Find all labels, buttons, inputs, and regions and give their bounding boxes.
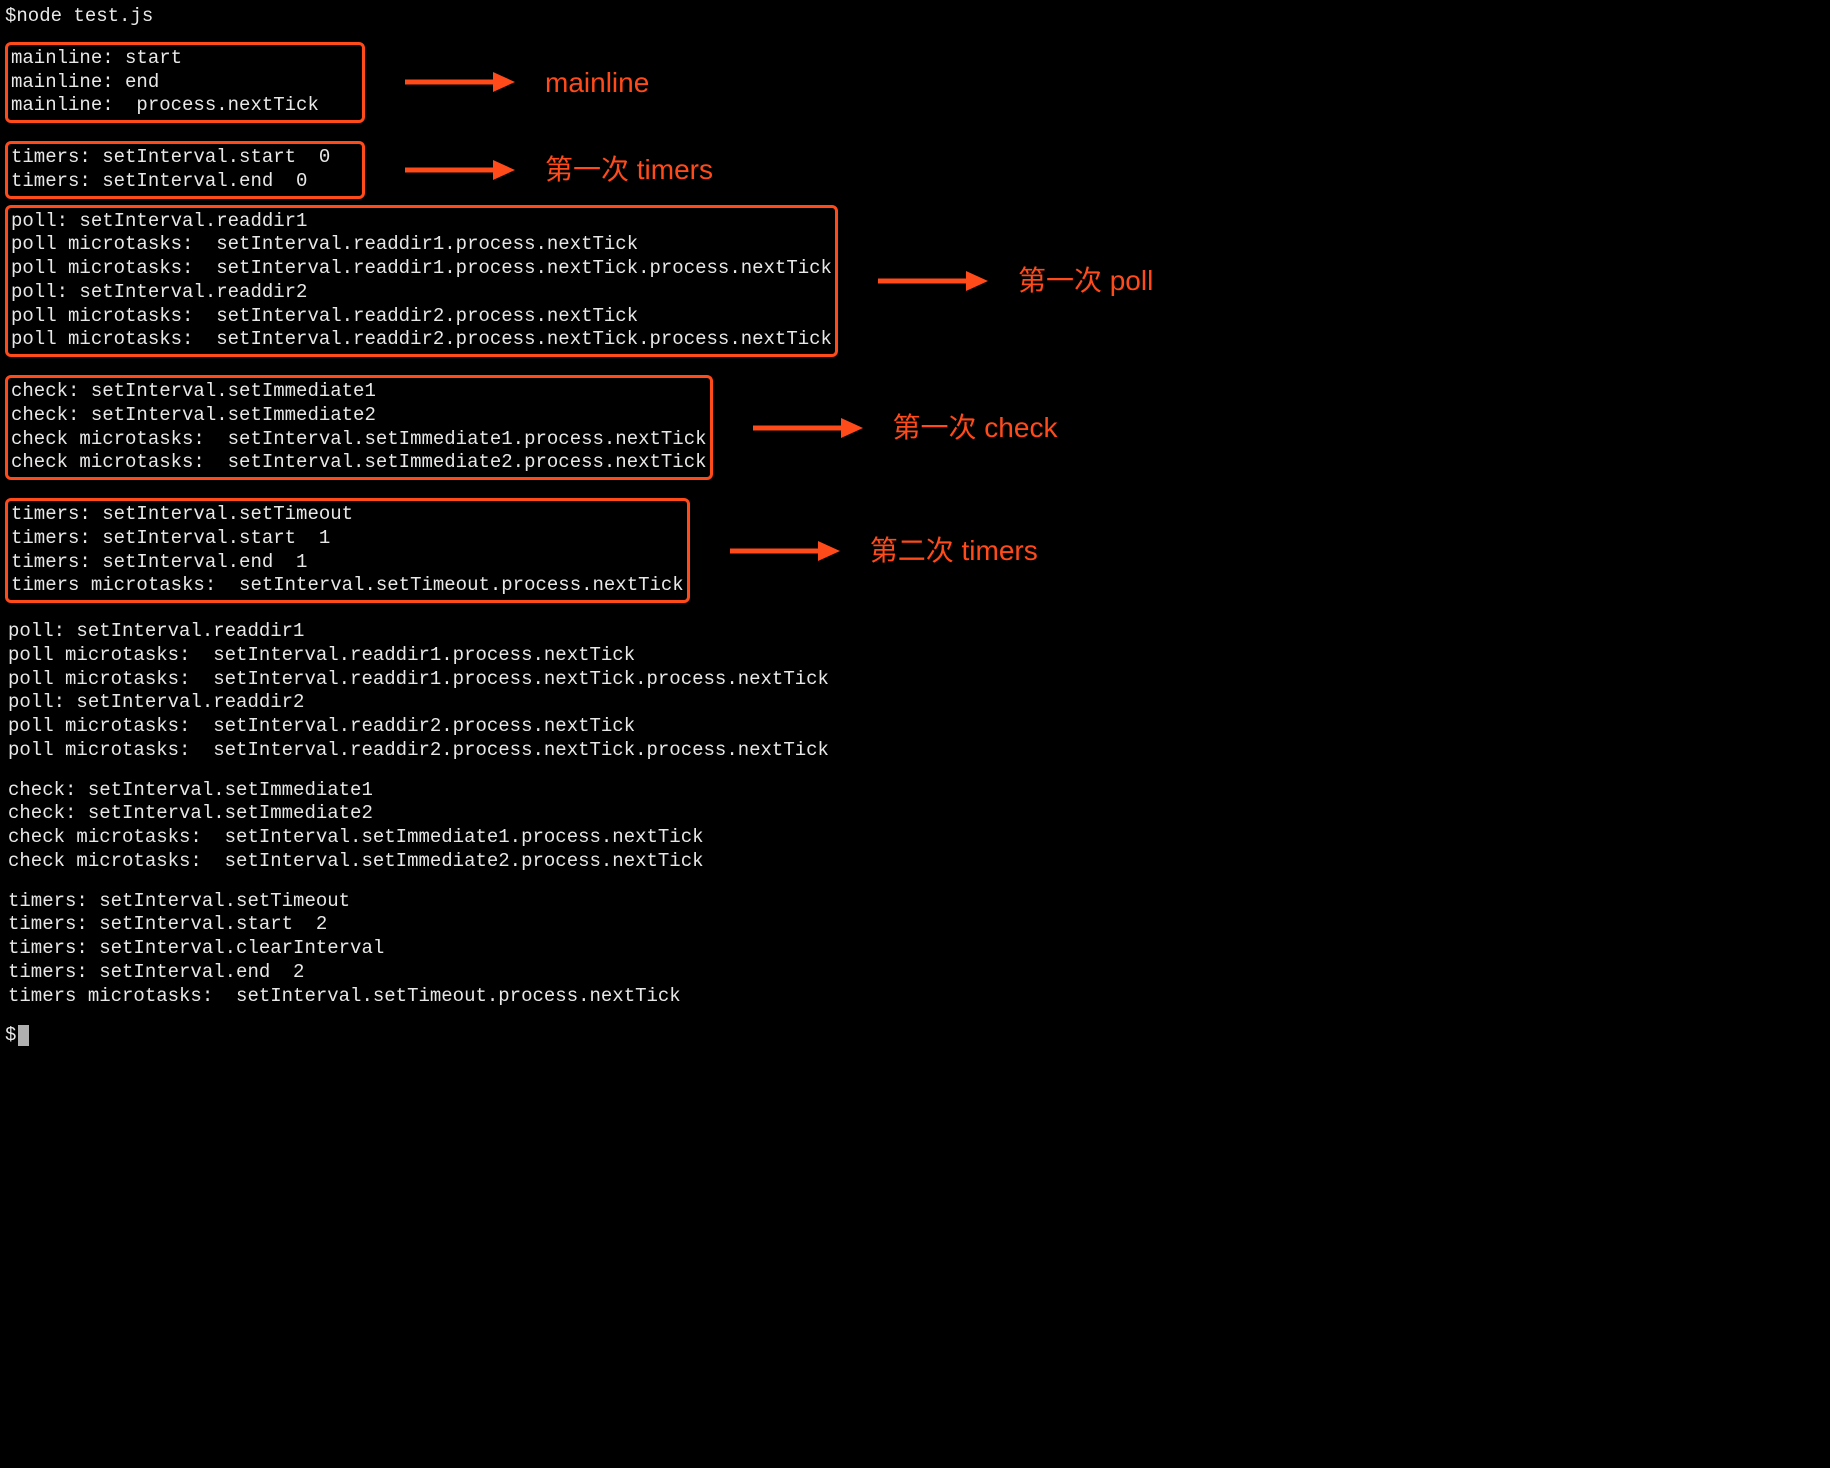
output-line: timers: setInterval.start 2 (5, 913, 1825, 937)
output-line: check microtasks: setInterval.setImmedia… (5, 826, 1825, 850)
output-line: mainline: end (11, 71, 359, 95)
box-timers1: timers: setInterval.start 0 timers: setI… (5, 141, 365, 199)
output-line: poll microtasks: setInterval.readdir2.pr… (5, 715, 1825, 739)
annotation-label: 第一次 poll (1018, 263, 1153, 298)
output-line: poll: setInterval.readdir2 (5, 691, 1825, 715)
output-line: check microtasks: setInterval.setImmedia… (11, 451, 707, 475)
output-line: poll: setInterval.readdir1 (5, 620, 1825, 644)
arrow-icon (730, 537, 840, 565)
output-line: timers: setInterval.start 0 (11, 146, 359, 170)
box-check1: check: setInterval.setImmediate1 check: … (5, 375, 713, 480)
box-mainline: mainline: start mainline: end mainline: … (5, 42, 365, 123)
section-poll1: poll: setInterval.readdir1 poll microtas… (5, 204, 1825, 359)
output-line: check microtasks: setInterval.setImmedia… (11, 428, 707, 452)
output-line: timers: setInterval.start 1 (11, 527, 684, 551)
section-check2: check: setInterval.setImmediate1 check: … (5, 779, 1825, 874)
output-line: timers microtasks: setInterval.setTimeou… (11, 574, 684, 598)
terminal-output: $node test.js mainline: start mainline: … (5, 5, 1825, 1048)
output-line: timers: setInterval.end 0 (11, 170, 359, 194)
annotation-label: 第一次 check (893, 410, 1058, 445)
output-line: timers: setInterval.end 1 (11, 551, 684, 575)
arrow-icon (753, 414, 863, 442)
output-line: poll microtasks: setInterval.readdir1.pr… (11, 257, 832, 281)
output-line: mainline: process.nextTick (11, 94, 359, 118)
prompt-line[interactable]: $ (5, 1024, 1825, 1048)
output-line: timers microtasks: setInterval.setTimeou… (5, 985, 1825, 1009)
output-line: poll microtasks: setInterval.readdir2.pr… (11, 305, 832, 329)
output-line: timers: setInterval.end 2 (5, 961, 1825, 985)
annotation-label: 第二次 timers (870, 533, 1038, 568)
prompt-symbol: $ (5, 1024, 16, 1046)
command-line: $node test.js (5, 5, 1825, 29)
arrow-icon (405, 156, 515, 184)
output-line: check: setInterval.setImmediate1 (11, 380, 707, 404)
output-line: check: setInterval.setImmediate2 (5, 802, 1825, 826)
annotation-label: mainline (545, 65, 649, 100)
output-line: mainline: start (11, 47, 359, 71)
arrow-icon (405, 68, 515, 96)
annotation-label: 第一次 timers (545, 152, 713, 187)
section-poll2: poll: setInterval.readdir1 poll microtas… (5, 620, 1825, 763)
output-line: poll microtasks: setInterval.readdir2.pr… (5, 739, 1825, 763)
output-line: poll microtasks: setInterval.readdir1.pr… (11, 233, 832, 257)
output-line: timers: setInterval.setTimeout (11, 503, 684, 527)
cursor-icon (18, 1025, 29, 1046)
output-line: poll: setInterval.readdir2 (11, 281, 832, 305)
output-line: check microtasks: setInterval.setImmedia… (5, 850, 1825, 874)
section-timers1: timers: setInterval.start 0 timers: setI… (5, 140, 1825, 200)
output-line: poll microtasks: setInterval.readdir1.pr… (5, 644, 1825, 668)
output-line: timers: setInterval.setTimeout (5, 890, 1825, 914)
section-timers3: timers: setInterval.setTimeout timers: s… (5, 890, 1825, 1009)
output-line: check: setInterval.setImmediate2 (11, 404, 707, 428)
section-timers2: timers: setInterval.setTimeout timers: s… (5, 497, 1825, 604)
output-line: poll: setInterval.readdir1 (11, 210, 832, 234)
arrow-icon (878, 267, 988, 295)
box-poll1: poll: setInterval.readdir1 poll microtas… (5, 205, 838, 358)
box-timers2: timers: setInterval.setTimeout timers: s… (5, 498, 690, 603)
output-line: poll microtasks: setInterval.readdir2.pr… (11, 328, 832, 352)
output-line: check: setInterval.setImmediate1 (5, 779, 1825, 803)
output-line: timers: setInterval.clearInterval (5, 937, 1825, 961)
section-mainline: mainline: start mainline: end mainline: … (5, 41, 1825, 124)
output-line: poll microtasks: setInterval.readdir1.pr… (5, 668, 1825, 692)
section-check1: check: setInterval.setImmediate1 check: … (5, 374, 1825, 481)
